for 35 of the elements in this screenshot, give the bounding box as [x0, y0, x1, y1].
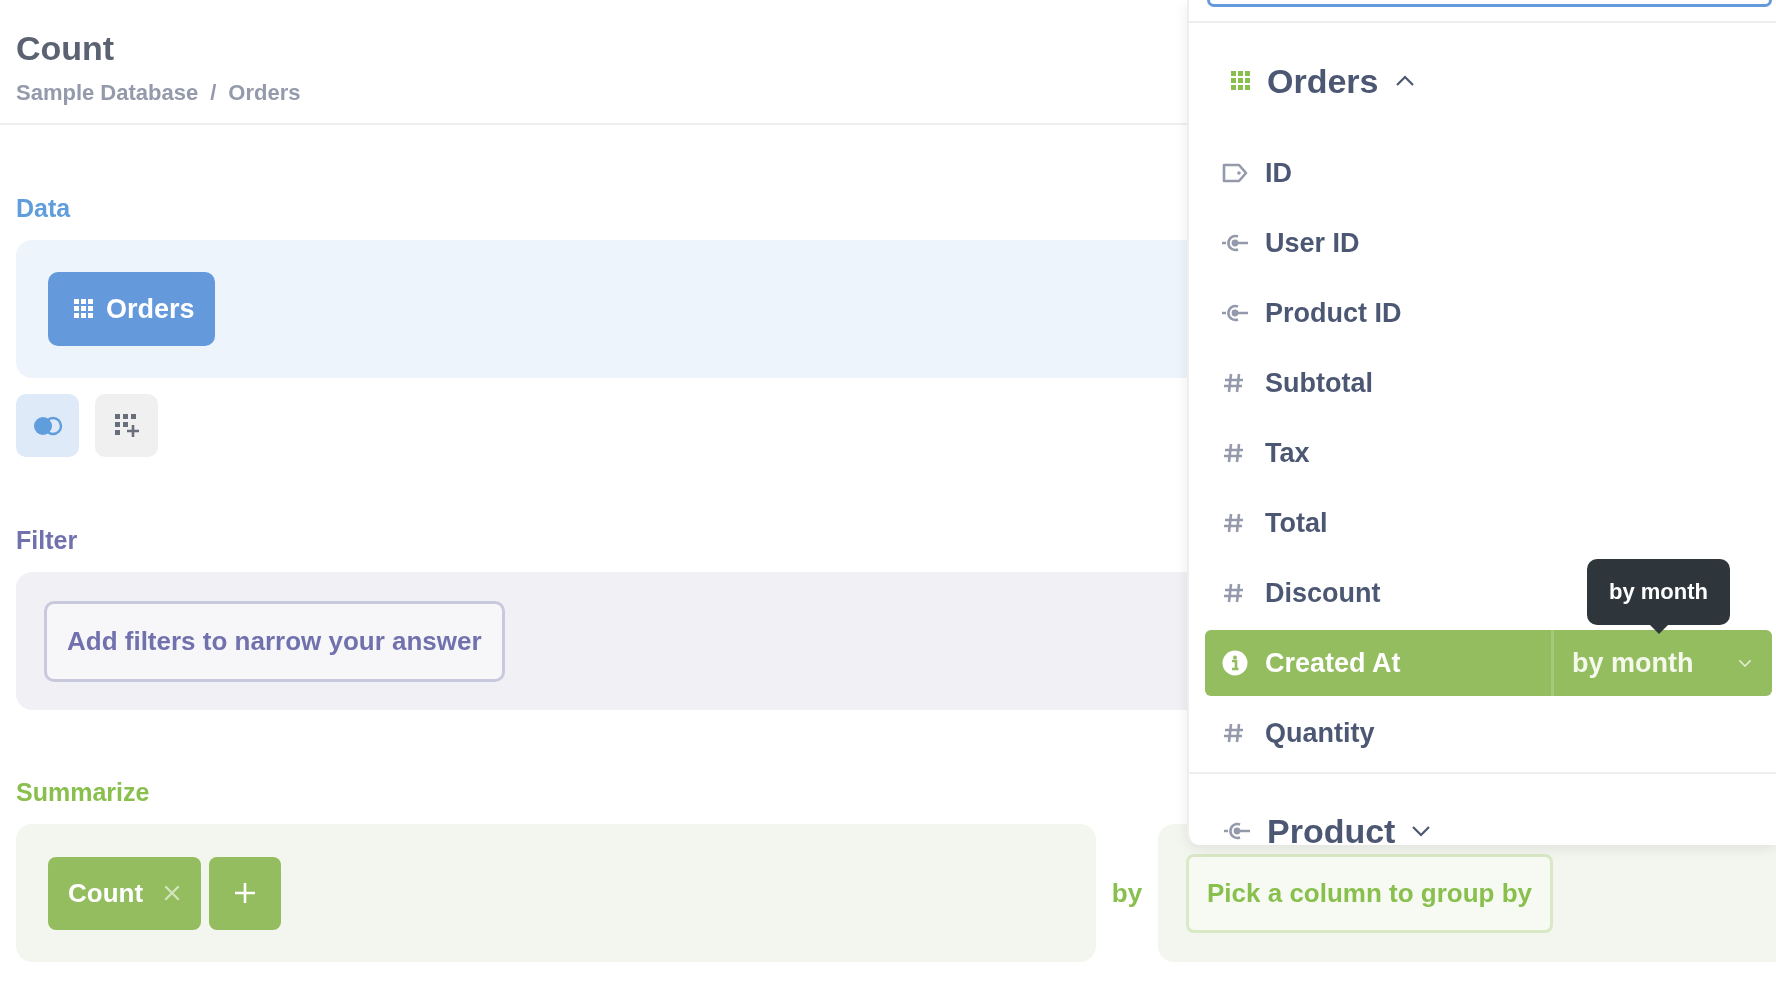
- grid-plus-icon: [114, 413, 139, 438]
- column-item[interactable]: User ID: [1205, 210, 1380, 276]
- custom-column-button[interactable]: [95, 394, 158, 457]
- column-item[interactable]: Subtotal: [1205, 350, 1393, 416]
- column-item[interactable]: Quantity: [1205, 700, 1395, 766]
- tooltip-pointer-icon: [1649, 624, 1669, 634]
- table-group-header[interactable]: Orders: [1267, 61, 1379, 101]
- overlapping-circles-icon: [32, 415, 63, 436]
- section-label: Data: [16, 193, 72, 223]
- table-group-header[interactable]: Product: [1267, 811, 1396, 845]
- column-item[interactable]: ID: [1205, 140, 1312, 206]
- connection-icon: [1221, 302, 1249, 324]
- column-item[interactable]: Product ID: [1205, 280, 1422, 346]
- grid-icon: [1231, 71, 1251, 91]
- join-button[interactable]: [16, 394, 79, 457]
- add-filter-button[interactable]: Add filters to narrow your answer: [44, 600, 505, 682]
- tag-icon: [1221, 162, 1249, 184]
- search-field[interactable]: [1207, 0, 1772, 7]
- add-metric-button[interactable]: [209, 856, 282, 930]
- plus-icon: [234, 882, 257, 904]
- connection-icon: [1223, 820, 1251, 842]
- column-item[interactable]: Tax: [1205, 420, 1330, 486]
- column-item[interactable]: Discount: [1205, 560, 1401, 626]
- grid-icon: [74, 299, 94, 319]
- breadcrumb-separator: /: [210, 80, 217, 106]
- chevron-down-icon: [1738, 658, 1752, 668]
- connection-icon: [1221, 232, 1249, 254]
- column-item[interactable]: Total: [1205, 490, 1348, 556]
- close-icon[interactable]: [163, 884, 182, 902]
- info-icon: [1221, 650, 1249, 676]
- by-label: by: [1110, 877, 1144, 909]
- section-label: Filter: [16, 525, 79, 555]
- question-title: Count: [16, 28, 116, 68]
- tooltip: by month: [1587, 559, 1730, 625]
- section-label: Summarize: [16, 777, 151, 807]
